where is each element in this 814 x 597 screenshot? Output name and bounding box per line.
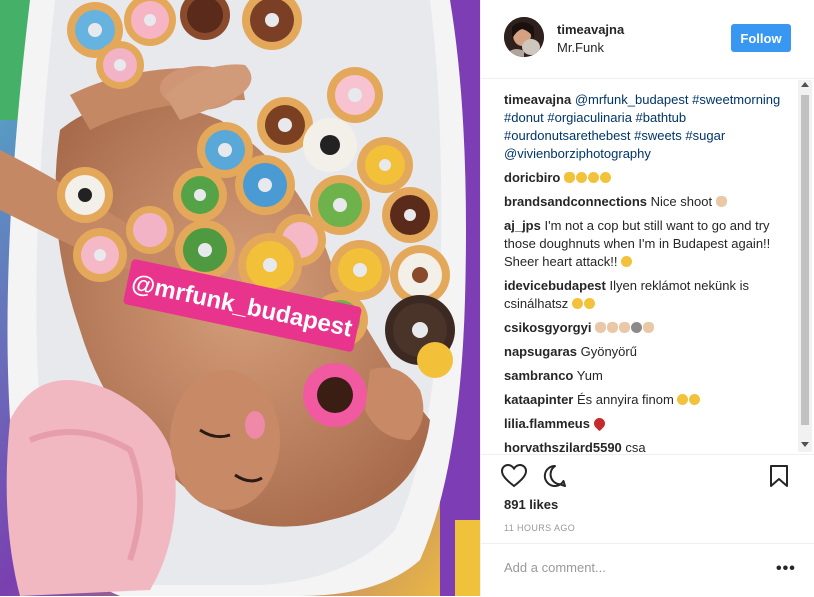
ok-hand-emoji-icon [715, 196, 727, 207]
clap-emoji-icon [619, 322, 631, 333]
comment-username[interactable]: napsugaras [504, 344, 577, 359]
kiss-lips-emoji-icon [591, 415, 607, 432]
add-comment-input[interactable] [504, 560, 744, 575]
comment-text: És annyira finom [577, 392, 674, 407]
comment-username[interactable]: doricbiro [504, 170, 560, 185]
clap-emoji-icon [607, 322, 619, 333]
caption: timeavajna @mrfunk_budapest #sweetmornin… [504, 91, 794, 163]
comment-username[interactable]: horvathszilard5590 [504, 440, 622, 453]
comment-username[interactable]: idevicebudapest [504, 278, 606, 293]
comment-text: Yum [576, 368, 603, 383]
more-options-button[interactable]: ••• [776, 560, 796, 578]
post-sidebar: timeavajna Mr.Funk Follow timeavajna @mr… [480, 0, 814, 596]
heart-icon[interactable] [501, 464, 527, 488]
bookmark-icon[interactable] [769, 464, 789, 488]
comment-username[interactable]: kataapinter [504, 392, 573, 407]
comment-username[interactable]: sambranco [504, 368, 573, 383]
clap-emoji-icon [595, 322, 607, 333]
comment-username[interactable]: lilia.flammeus [504, 416, 590, 431]
comment-item: kataapinter És annyira finom [504, 391, 794, 409]
comment-item: doricbiro [504, 169, 794, 187]
comment-item: aj_jps I'm not a cop but still want to g… [504, 217, 794, 271]
follow-button[interactable]: Follow [731, 24, 791, 52]
grin-emoji-icon [621, 256, 633, 267]
clap-emoji-icon [643, 322, 655, 333]
rabbit-emoji-icon [631, 322, 643, 333]
caption-mention[interactable]: @mrfunk_budapest [575, 92, 689, 107]
smile-emoji-icon [599, 172, 611, 183]
comment-bubble-icon[interactable] [543, 464, 567, 488]
comment-text: I'm not a cop but still want to go and t… [504, 218, 771, 269]
scrollbar-thumb[interactable] [801, 95, 809, 425]
post-timestamp[interactable]: 11 HOURS AGO [504, 523, 575, 533]
smile-emoji-icon [571, 298, 583, 309]
comment-item: lilia.flammeus [504, 415, 794, 433]
ok-hand-emoji-icon [563, 172, 575, 183]
comment-item: napsugaras Gyönyörű [504, 343, 794, 361]
comment-item: brandsandconnections Nice shoot [504, 193, 794, 211]
scroll-up-arrow-icon[interactable] [801, 82, 809, 87]
comment-text: Gyönyörű [580, 344, 637, 359]
comment-item: sambranco Yum [504, 367, 794, 385]
comment-text: csa [625, 440, 646, 453]
post-photo[interactable]: @mrfunk_budapest [0, 0, 480, 596]
comment-item: horvathszilard5590 csa [504, 439, 794, 453]
comments-list[interactable]: timeavajna @mrfunk_budapest #sweetmornin… [504, 91, 794, 453]
smile-emoji-icon [587, 172, 599, 183]
comment-item: csikosgyorgyi [504, 319, 794, 337]
heart-eyes-emoji-icon [689, 394, 701, 405]
heart-eyes-emoji-icon [583, 298, 595, 309]
likes-count[interactable]: 891 likes [504, 497, 558, 512]
comment-username[interactable]: aj_jps [504, 218, 541, 233]
post-location[interactable]: Mr.Funk [557, 40, 604, 55]
avatar[interactable] [504, 17, 544, 57]
donut-bathtub-image: @mrfunk_budapest [0, 0, 480, 596]
post-header: timeavajna Mr.Funk Follow [481, 0, 814, 79]
smile-emoji-icon [575, 172, 587, 183]
comment-username[interactable]: csikosgyorgyi [504, 320, 591, 335]
avatar-image [504, 17, 544, 57]
post-username[interactable]: timeavajna [557, 22, 624, 37]
caption-username[interactable]: timeavajna [504, 92, 571, 107]
heart-eyes-emoji-icon [677, 394, 689, 405]
comment-item: idevicebudapest Ilyen reklámot nekünk is… [504, 277, 794, 313]
comment-username[interactable]: brandsandconnections [504, 194, 647, 209]
scroll-down-arrow-icon[interactable] [801, 442, 809, 447]
comment-text: Nice shoot [650, 194, 713, 209]
